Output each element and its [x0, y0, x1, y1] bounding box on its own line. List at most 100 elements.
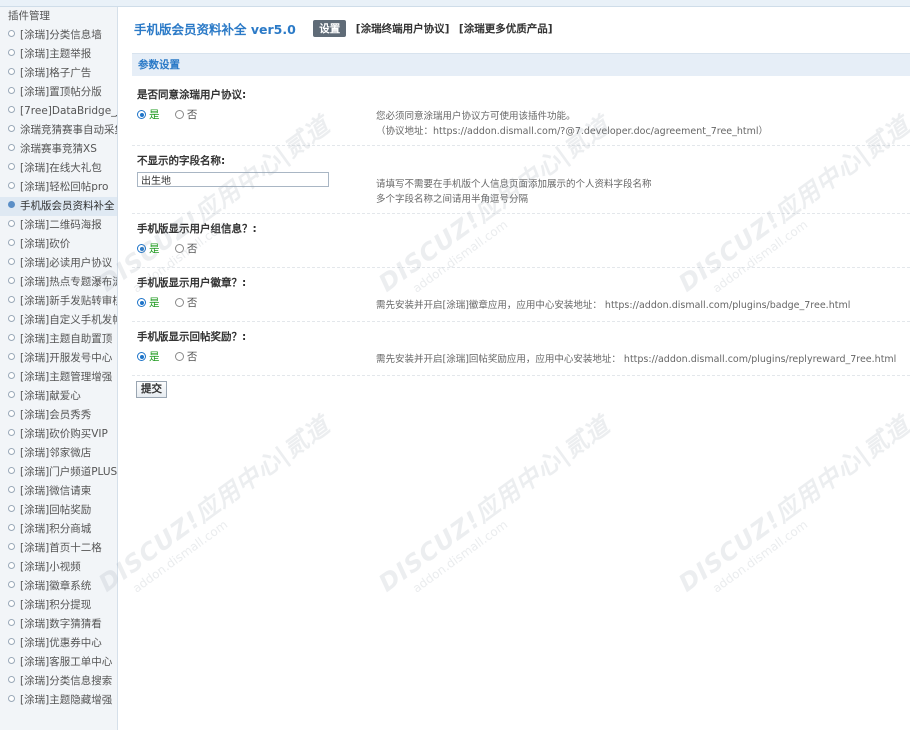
radio-yes[interactable] — [137, 244, 146, 253]
radio-no[interactable] — [174, 244, 184, 253]
bullet-icon — [8, 600, 15, 607]
setting-label: 手机版显示用户徽章？: — [137, 277, 247, 289]
bullet-icon — [8, 524, 15, 531]
setting-row-hidden-fields: 不显示的字段名称: 请填写不需要在手机版个人信息页面添加展示的个人资料字段名称 … — [132, 149, 910, 214]
bullet-icon — [8, 467, 15, 474]
sidebar-item[interactable]: [涂瑞]徽章系统 — [0, 577, 117, 596]
bullet-icon — [8, 410, 15, 417]
sidebar-item[interactable]: [涂瑞]轻松回帖pro — [0, 178, 117, 197]
radio-no[interactable] — [174, 298, 184, 307]
sidebar-item[interactable]: [涂瑞]在线大礼包 — [0, 159, 117, 178]
bullet-icon — [8, 429, 15, 436]
setting-label: 手机版显示回帖奖励？: — [137, 331, 247, 343]
sidebar-item[interactable]: [涂瑞]热点专题瀑布流 — [0, 273, 117, 292]
bullet-icon — [8, 486, 15, 493]
tab-user-agreement[interactable]: [涂瑞终端用户协议] — [356, 23, 450, 35]
bullet-icon — [8, 68, 15, 75]
sidebar-item[interactable]: [7ree]DataBridge_JC — [0, 102, 117, 121]
radio-no[interactable] — [174, 110, 184, 119]
hidden-fields-input[interactable] — [137, 172, 329, 187]
sidebar-item[interactable]: [涂瑞]砍价 — [0, 235, 117, 254]
bullet-icon — [8, 220, 15, 227]
sidebar-item[interactable]: [涂瑞]会员秀秀 — [0, 406, 117, 425]
bullet-icon — [8, 239, 15, 246]
radio-group: 是 否 — [137, 349, 197, 365]
sidebar-item[interactable]: [涂瑞]客服工单中心 — [0, 653, 117, 672]
setting-label: 手机版显示用户组信息？: — [137, 223, 257, 235]
sidebar-item[interactable]: [涂瑞]格子广告 — [0, 64, 117, 83]
bullet-icon — [8, 448, 15, 455]
setting-label: 是否同意涂瑞用户协议: — [137, 89, 247, 101]
sidebar-item[interactable]: [涂瑞]献爱心 — [0, 387, 117, 406]
radio-no-label[interactable]: 否 — [187, 109, 198, 121]
sidebar-item[interactable]: [涂瑞]分类信息搜索 — [0, 672, 117, 691]
radio-group: 是 否 — [137, 107, 197, 123]
sidebar-item[interactable]: [涂瑞]优惠券中心 — [0, 634, 117, 653]
bullet-icon — [8, 277, 15, 284]
radio-yes[interactable] — [137, 298, 146, 307]
bullet-icon — [8, 581, 15, 588]
sidebar-item[interactable]: [涂瑞]主题管理增强 — [0, 368, 117, 387]
page-title: 手机版会员资料补全 ver5.0 — [134, 22, 296, 37]
sidebar-item-active[interactable]: 手机版会员资料补全 — [0, 197, 117, 216]
bullet-icon — [8, 353, 15, 360]
sidebar-item[interactable]: [涂瑞]主题隐藏增强 — [0, 691, 117, 710]
bullet-icon — [8, 695, 15, 702]
radio-yes-label[interactable]: 是 — [149, 351, 160, 363]
sidebar-item[interactable]: [涂瑞]首页十二格 — [0, 539, 117, 558]
sidebar: 插件管理 [涂瑞]分类信息墙 [涂瑞]主题举报 [涂瑞]格子广告 [涂瑞]置顶帖… — [0, 7, 118, 730]
sidebar-item[interactable]: [涂瑞]回帖奖励 — [0, 501, 117, 520]
sidebar-item[interactable]: [涂瑞]积分提现 — [0, 596, 117, 615]
sidebar-item[interactable]: [涂瑞]小视频 — [0, 558, 117, 577]
setting-row-show-group: 手机版显示用户组信息？: 是 否 — [132, 217, 910, 268]
bullet-icon — [8, 505, 15, 512]
sidebar-item[interactable]: [涂瑞]主题自助置顶 — [0, 330, 117, 349]
radio-no-label[interactable]: 否 — [187, 243, 198, 255]
bullet-icon — [8, 144, 15, 151]
tab-settings[interactable]: 设置 — [313, 20, 347, 37]
radio-no-label[interactable]: 否 — [187, 351, 198, 363]
bullet-icon — [8, 87, 15, 94]
sidebar-item[interactable]: [涂瑞]置顶帖分版 — [0, 83, 117, 102]
bullet-icon — [8, 163, 15, 170]
sidebar-item[interactable]: [涂瑞]必读用户协议 — [0, 254, 117, 273]
sidebar-item[interactable]: 涂瑞赛事竞猜XS — [0, 140, 117, 159]
sidebar-item-plugin-manage[interactable]: 插件管理 — [0, 7, 117, 26]
page-header: 手机版会员资料补全 ver5.0 设置 [涂瑞终端用户协议] [涂瑞更多优质产品… — [134, 19, 553, 37]
radio-no-label[interactable]: 否 — [187, 297, 198, 309]
sidebar-item[interactable]: [涂瑞]分类信息墙 — [0, 26, 117, 45]
bullet-icon — [8, 391, 15, 398]
setting-row-show-reward: 手机版显示回帖奖励？: 是 否 需先安装并开启[涂瑞]回帖奖励应用，应用中心安装… — [132, 325, 910, 376]
setting-row-show-badge: 手机版显示用户徽章？: 是 否 需先安装并开启[涂瑞]徽章应用，应用中心安装地址… — [132, 271, 910, 322]
radio-yes-label[interactable]: 是 — [149, 297, 160, 309]
bullet-icon — [8, 315, 15, 322]
top-border — [0, 0, 910, 7]
radio-yes-label[interactable]: 是 — [149, 109, 160, 121]
sidebar-item[interactable]: [涂瑞]开服发号中心 — [0, 349, 117, 368]
tab-more-products[interactable]: [涂瑞更多优质产品] — [459, 23, 553, 35]
sidebar-item[interactable]: [涂瑞]主题举报 — [0, 45, 117, 64]
sidebar-item[interactable]: [涂瑞]新手发贴转审核 — [0, 292, 117, 311]
sidebar-item[interactable]: [涂瑞]二维码海报 — [0, 216, 117, 235]
sidebar-item[interactable]: [涂瑞]数字猜猜看 — [0, 615, 117, 634]
bullet-icon — [8, 619, 15, 626]
submit-button[interactable]: 提交 — [136, 381, 167, 398]
bullet-icon — [8, 638, 15, 645]
bullet-icon — [8, 49, 15, 56]
radio-group: 是 否 — [137, 295, 197, 311]
bullet-icon — [8, 296, 15, 303]
setting-description: 需先安装并开启[涂瑞]回帖奖励应用，应用中心安装地址： https://addo… — [376, 354, 897, 365]
radio-yes[interactable] — [137, 110, 146, 119]
sidebar-item[interactable]: [涂瑞]微信请柬 — [0, 482, 117, 501]
sidebar-item[interactable]: [涂瑞]积分商城 — [0, 520, 117, 539]
sidebar-item[interactable]: [涂瑞]邻家微店 — [0, 444, 117, 463]
radio-no[interactable] — [174, 352, 184, 361]
sidebar-item[interactable]: 涂瑞竞猜赛事自动采集 — [0, 121, 117, 140]
radio-yes[interactable] — [137, 352, 146, 361]
sidebar-item[interactable]: [涂瑞]自定义手机发帖 — [0, 311, 117, 330]
radio-yes-label[interactable]: 是 — [149, 243, 160, 255]
sidebar-item[interactable]: [涂瑞]砍价购买VIP — [0, 425, 117, 444]
setting-description: 需先安装并开启[涂瑞]徽章应用，应用中心安装地址： https://addon.… — [376, 300, 851, 311]
sidebar-item[interactable]: [涂瑞]门户频道PLUS — [0, 463, 117, 482]
section-title: 参数设置 — [138, 59, 180, 71]
